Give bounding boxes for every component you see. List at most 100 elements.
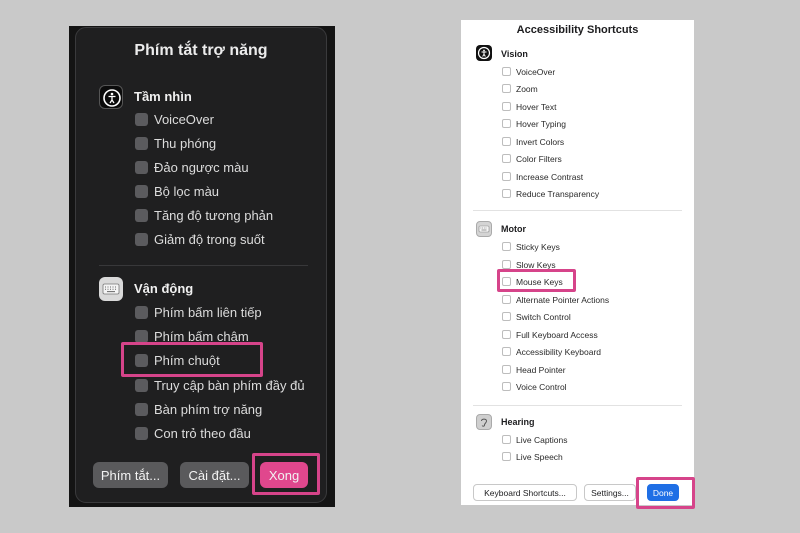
section-divider xyxy=(99,265,308,266)
section-divider xyxy=(473,405,682,406)
checkbox-sticky-keys[interactable]: Phím bấm liên tiếp xyxy=(135,303,262,321)
settings-button[interactable]: Cài đặt... xyxy=(180,462,249,488)
checkbox-box[interactable] xyxy=(502,154,511,163)
checkbox-label: Phím bấm liên tiếp xyxy=(154,304,262,320)
checkbox-label: Head Pointer xyxy=(516,364,566,375)
highlight-box-done xyxy=(636,477,695,509)
checkbox-box[interactable] xyxy=(135,160,148,174)
checkbox-box[interactable] xyxy=(502,312,511,321)
checkbox-label: Sticky Keys xyxy=(516,241,560,252)
checkbox-box[interactable] xyxy=(502,189,511,198)
checkbox-label: Live Speech xyxy=(516,451,563,462)
section-divider xyxy=(473,210,682,211)
checkbox-label: Con trỏ theo đầu xyxy=(154,425,251,441)
checkbox-alternate-pointer-actions[interactable]: Alternate Pointer Actions xyxy=(502,293,609,306)
checkbox-live-speech[interactable]: Live Speech xyxy=(502,450,563,463)
checkbox-zoom[interactable]: Zoom xyxy=(502,82,538,95)
checkbox-label: Bộ lọc màu xyxy=(154,183,220,199)
checkbox-box[interactable] xyxy=(502,347,511,356)
highlight-box-mouse-keys xyxy=(121,342,263,377)
accessibility-shortcuts-panel-en: Accessibility Shortcuts Vision VoiceOver… xyxy=(461,20,694,505)
checkbox-voiceover[interactable]: VoiceOver xyxy=(135,110,214,128)
checkbox-box[interactable] xyxy=(502,382,511,391)
checkbox-box[interactable] xyxy=(502,84,511,93)
checkbox-label: Accessibility Keyboard xyxy=(516,346,602,357)
checkbox-sticky-keys[interactable]: Sticky Keys xyxy=(502,240,560,253)
checkbox-label: Zoom xyxy=(516,83,538,94)
section-label-motor: Motor xyxy=(501,224,526,234)
checkbox-box[interactable] xyxy=(135,402,148,416)
checkbox-voiceover[interactable]: VoiceOver xyxy=(502,65,555,78)
checkbox-label: Truy cập bàn phím đầy đủ xyxy=(154,377,305,393)
checkbox-box[interactable] xyxy=(502,260,511,269)
settings-button[interactable]: Settings... xyxy=(584,484,636,501)
checkbox-box[interactable] xyxy=(502,452,511,461)
checkbox-label: Bàn phím trợ năng xyxy=(154,401,263,417)
checkbox-label: Voice Control xyxy=(516,381,567,392)
checkbox-full-keyboard-access[interactable]: Truy cập bàn phím đầy đủ xyxy=(135,376,305,394)
checkbox-increase-contrast[interactable]: Increase Contrast xyxy=(502,170,583,183)
checkbox-head-pointer[interactable]: Head Pointer xyxy=(502,363,566,376)
checkbox-box[interactable] xyxy=(502,365,511,374)
checkbox-color-filters[interactable]: Bộ lọc màu xyxy=(135,182,219,200)
accessibility-icon xyxy=(99,85,123,109)
checkbox-box[interactable] xyxy=(135,232,148,246)
checkbox-box[interactable] xyxy=(502,242,511,251)
checkbox-box[interactable] xyxy=(502,435,511,444)
highlight-box-done xyxy=(252,453,320,495)
checkbox-invert-colors[interactable]: Đảo ngược màu xyxy=(135,158,249,176)
checkbox-box[interactable] xyxy=(502,330,511,339)
checkbox-hover-text[interactable]: Hover Text xyxy=(502,100,556,113)
checkbox-label: Thu phóng xyxy=(154,135,217,151)
checkbox-box[interactable] xyxy=(502,119,511,128)
checkbox-label: Hover Text xyxy=(516,101,557,112)
shortcuts-button[interactable]: Phím tắt... xyxy=(93,462,168,488)
checkbox-label: Full Keyboard Access xyxy=(516,329,598,340)
highlight-box-mouse-keys xyxy=(497,269,576,292)
section-label-motor: Vận động xyxy=(134,281,194,296)
keyboard-icon xyxy=(99,277,123,301)
checkbox-box[interactable] xyxy=(135,378,148,392)
checkbox-box[interactable] xyxy=(135,184,148,198)
ear-icon xyxy=(476,414,492,430)
checkbox-increase-contrast[interactable]: Tăng độ tương phản xyxy=(135,206,273,224)
checkbox-label: Tăng độ tương phản xyxy=(154,207,274,223)
checkbox-color-filters[interactable]: Color Filters xyxy=(502,152,562,165)
checkbox-label: Slow Keys xyxy=(516,259,556,270)
checkbox-box[interactable] xyxy=(502,67,511,76)
checkbox-live-captions[interactable]: Live Captions xyxy=(502,433,568,446)
checkbox-box[interactable] xyxy=(502,102,511,111)
checkbox-box[interactable] xyxy=(502,137,511,146)
checkbox-box[interactable] xyxy=(135,329,148,343)
keyboard-icon xyxy=(476,221,492,237)
checkbox-box[interactable] xyxy=(502,295,511,304)
checkbox-reduce-transparency[interactable]: Reduce Transparency xyxy=(502,187,599,200)
section-label-vision: Vision xyxy=(501,49,528,59)
keyboard-shortcuts-button[interactable]: Keyboard Shortcuts... xyxy=(473,484,577,501)
checkbox-box[interactable] xyxy=(135,112,148,126)
checkbox-label: Live Captions xyxy=(516,434,568,445)
checkbox-label: Color Filters xyxy=(516,153,562,164)
checkbox-reduce-transparency[interactable]: Giảm độ trong suốt xyxy=(135,230,265,248)
checkbox-label: VoiceOver xyxy=(516,66,556,77)
checkbox-box[interactable] xyxy=(135,208,148,222)
checkbox-full-keyboard-access[interactable]: Full Keyboard Access xyxy=(502,328,598,341)
checkbox-box[interactable] xyxy=(135,426,148,440)
checkbox-hover-typing[interactable]: Hover Typing xyxy=(502,117,566,130)
checkbox-invert-colors[interactable]: Invert Colors xyxy=(502,135,564,148)
checkbox-label: Hover Typing xyxy=(516,118,566,129)
checkbox-voice-control[interactable]: Voice Control xyxy=(502,380,567,393)
panel-title: Accessibility Shortcuts xyxy=(516,24,639,36)
section-label-hearing: Hearing xyxy=(501,417,535,427)
checkbox-label: Giảm độ trong suốt xyxy=(154,231,265,247)
checkbox-box[interactable] xyxy=(502,172,511,181)
checkbox-accessibility-keyboard[interactable]: Accessibility Keyboard xyxy=(502,345,601,358)
panel-title: Phím tắt trợ năng xyxy=(134,42,268,59)
checkbox-label: VoiceOver xyxy=(154,111,214,127)
checkbox-switch-control[interactable]: Switch Control xyxy=(502,310,571,323)
checkbox-zoom[interactable]: Thu phóng xyxy=(135,134,216,152)
checkbox-box[interactable] xyxy=(135,305,148,319)
checkbox-head-pointer[interactable]: Con trỏ theo đầu xyxy=(135,424,251,442)
checkbox-box[interactable] xyxy=(135,136,148,150)
checkbox-accessibility-keyboard[interactable]: Bàn phím trợ năng xyxy=(135,400,262,418)
